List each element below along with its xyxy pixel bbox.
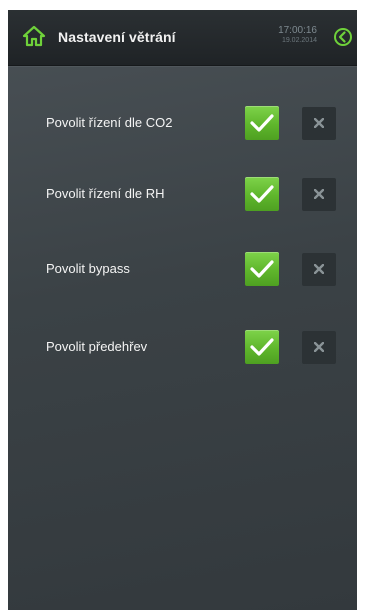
enable-co2-check-button[interactable] [245,106,279,140]
device-screen: Nastavení větrání 17:00:16 19.02.2014 Po… [8,10,357,610]
disable-preheat-cross-button[interactable] [302,331,336,364]
setting-row-bypass: Povolit bypass [8,252,357,286]
close-icon [314,264,324,274]
checkmark-icon [250,185,274,203]
setting-label-bypass: Povolit bypass [46,261,130,276]
home-icon[interactable] [22,25,46,47]
checkmark-icon [250,114,274,132]
enable-bypass-check-button[interactable] [245,252,279,286]
setting-row-rh: Povolit řízení dle RH [8,177,357,211]
enable-rh-check-button[interactable] [245,177,279,211]
close-icon [314,189,324,199]
disable-rh-cross-button[interactable] [302,178,336,211]
checkmark-icon [250,338,274,356]
close-icon [314,342,324,352]
disable-co2-cross-button[interactable] [302,107,336,140]
clock: 17:00:16 19.02.2014 [278,25,317,45]
setting-label-rh: Povolit řízení dle RH [46,186,165,201]
back-arrow-circle-icon[interactable] [333,27,353,47]
checkmark-icon [250,260,274,278]
clock-time: 17:00:16 [278,25,317,36]
enable-preheat-check-button[interactable] [245,330,279,364]
header-bar: Nastavení větrání 17:00:16 19.02.2014 [8,10,357,66]
setting-row-co2: Povolit řízení dle CO2 [8,106,357,140]
page-title: Nastavení větrání [58,29,176,45]
disable-bypass-cross-button[interactable] [302,253,336,286]
close-icon [314,118,324,128]
setting-label-co2: Povolit řízení dle CO2 [46,115,173,130]
setting-label-preheat: Povolit předehřev [46,339,148,354]
clock-date: 19.02.2014 [281,37,317,44]
setting-row-preheat: Povolit předehřev [8,330,357,364]
